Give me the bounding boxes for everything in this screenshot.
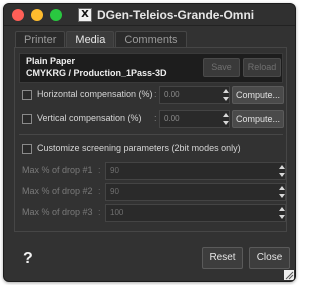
spinner-arrows-icon[interactable] (278, 163, 285, 179)
screening-label: Customize screening parameters (2bit mod… (37, 143, 241, 153)
reset-button[interactable]: Reset (202, 247, 243, 269)
vertical-compute-button[interactable]: Compute... (232, 110, 284, 128)
vertical-compensation-row: Vertical compensation (%) : 0.00 Compute… (22, 110, 284, 128)
drop-2-label: Max % of drop #2 (22, 186, 93, 196)
dialog-window: X DGen-Teleios-Grande-Omni Printer Media… (3, 3, 296, 282)
tab-bar: Printer Media Comments (15, 31, 188, 48)
drop-1-input[interactable]: 90 (105, 162, 286, 180)
paper-info-box: Plain Paper CMYKRG / Production_1Pass-3D… (19, 53, 283, 83)
spinner-arrows-icon[interactable] (222, 111, 229, 127)
screening-checkbox[interactable] (22, 144, 32, 154)
window-title: DGen-Teleios-Grande-Omni (97, 8, 255, 22)
drop-1-label: Max % of drop #1 (22, 165, 93, 175)
spinner-arrows-icon[interactable] (278, 184, 285, 200)
close-button[interactable]: Close (249, 247, 290, 269)
divider (19, 134, 283, 135)
reload-button[interactable]: Reload (243, 58, 281, 77)
horizontal-compensation-checkbox[interactable] (22, 90, 32, 100)
drop-3-label: Max % of drop #3 (22, 207, 93, 217)
spinner-arrows-icon[interactable] (278, 205, 285, 221)
drop-3-input[interactable]: 100 (105, 204, 286, 222)
vertical-compensation-checkbox[interactable] (22, 114, 32, 124)
x11-icon: X (78, 8, 92, 22)
close-window-button[interactable] (12, 9, 24, 21)
media-panel: Plain Paper CMYKRG / Production_1Pass-3D… (14, 47, 287, 232)
drop-2-row: Max % of drop #2 : 90 (22, 183, 286, 201)
resize-grip-icon[interactable] (284, 270, 294, 280)
horizontal-compute-button[interactable]: Compute... (232, 86, 284, 104)
save-button[interactable]: Save (203, 58, 240, 77)
vertical-compensation-label: Vertical compensation (%) (37, 113, 142, 123)
print-mode: CMYKRG / Production_1Pass-3D (26, 68, 167, 78)
help-button[interactable]: ? (23, 250, 33, 268)
horizontal-compensation-input[interactable]: 0.00 (159, 86, 230, 104)
minimize-window-button[interactable] (31, 9, 43, 21)
drop-1-row: Max % of drop #1 : 90 (22, 162, 286, 180)
tab-printer[interactable]: Printer (15, 31, 66, 48)
screening-row: Customize screening parameters (2bit mod… (22, 140, 284, 158)
zoom-window-button[interactable] (50, 9, 62, 21)
horizontal-compensation-row: Horizontal compensation (%) : 0.00 Compu… (22, 86, 284, 104)
vertical-compensation-input[interactable]: 0.00 (159, 110, 230, 128)
paper-name: Plain Paper (26, 56, 76, 66)
drop-2-input[interactable]: 90 (105, 183, 286, 201)
spinner-arrows-icon[interactable] (222, 87, 229, 103)
tab-media[interactable]: Media (66, 31, 115, 48)
title-bar: X DGen-Teleios-Grande-Omni (4, 4, 295, 26)
tab-comments[interactable]: Comments (115, 31, 187, 48)
drop-3-row: Max % of drop #3 : 100 (22, 204, 286, 222)
horizontal-compensation-label: Horizontal compensation (%) (37, 89, 153, 99)
